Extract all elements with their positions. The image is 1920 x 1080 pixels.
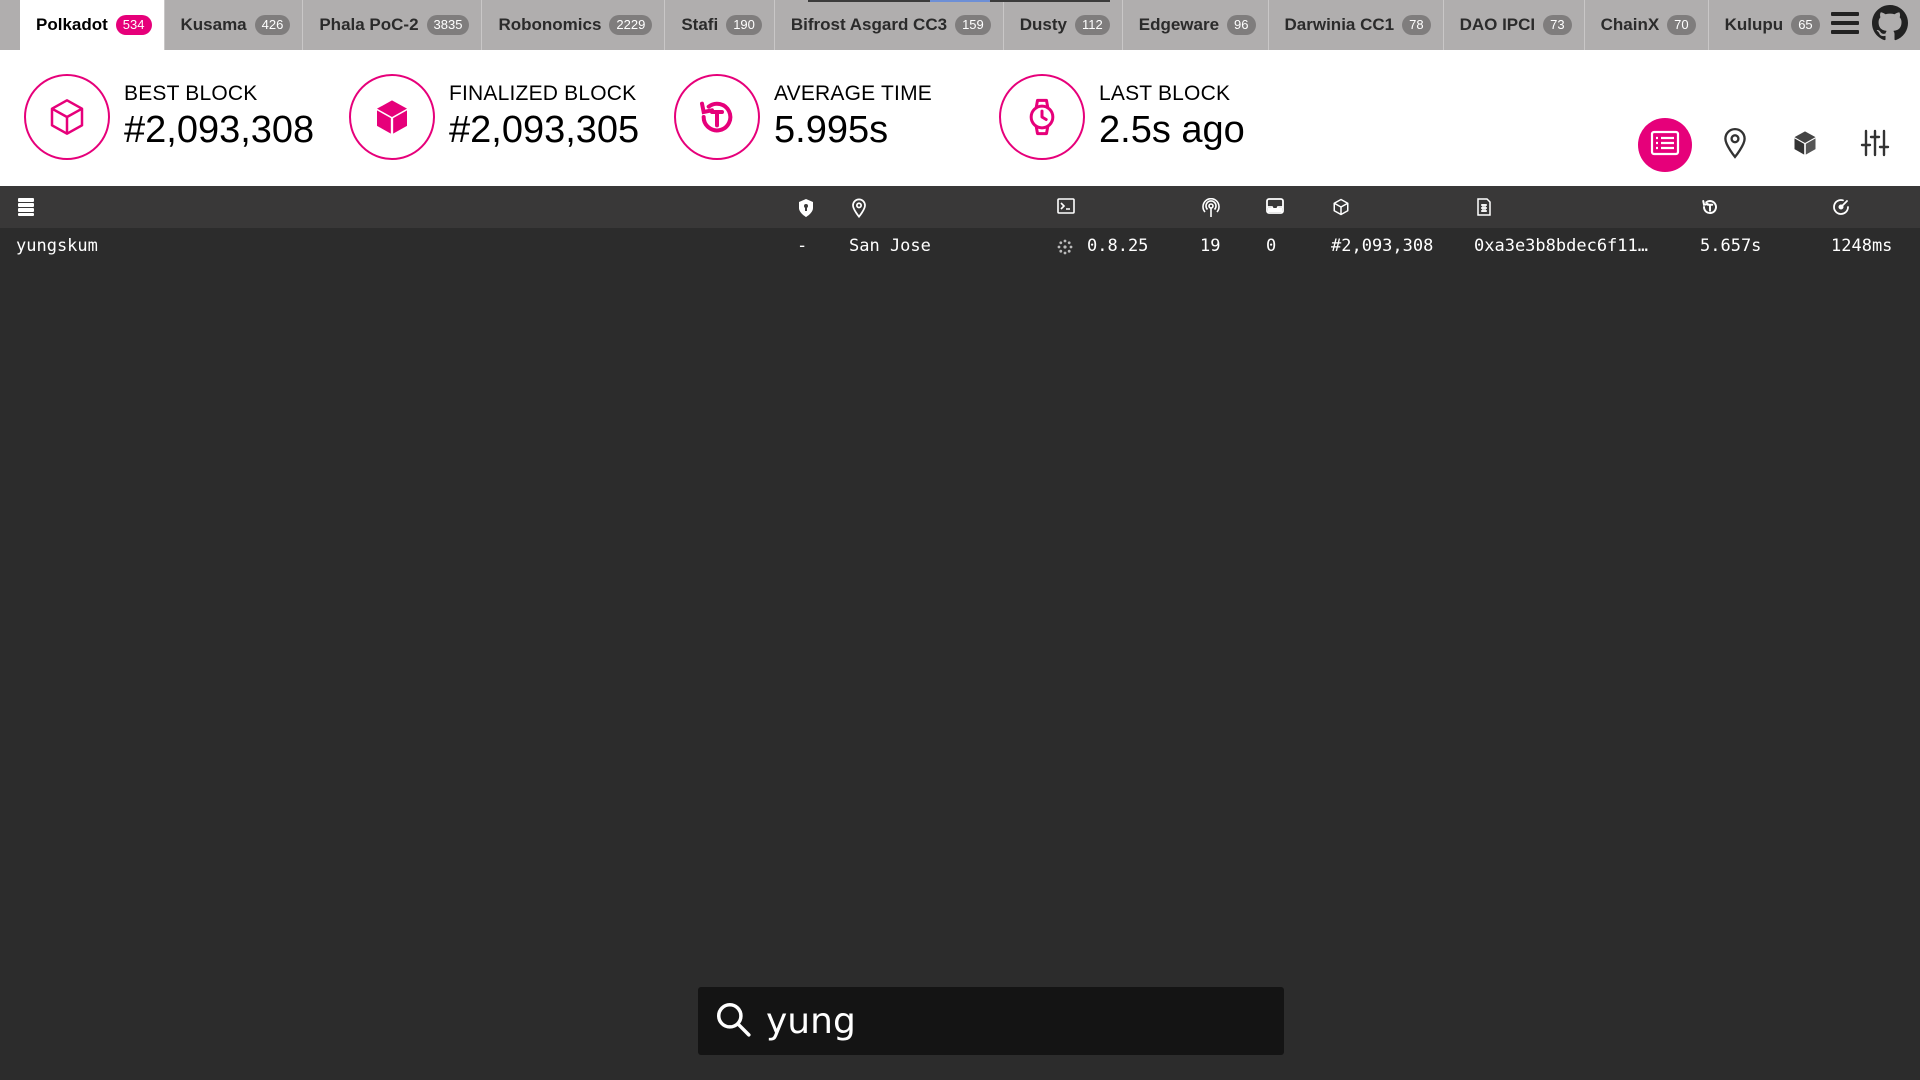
list-view-icon (1650, 130, 1680, 161)
average-time-value: 5.995s (774, 109, 889, 151)
tab-label: Phala PoC-2 (319, 15, 419, 34)
node-count-badge: 426 (254, 15, 291, 35)
tab-chainx[interactable]: ChainX 70 (1585, 0, 1709, 50)
cube-outline-icon (24, 74, 110, 160)
block-time-value: 5.657s (1700, 236, 1762, 256)
finalized-block-label: FINALIZED BLOCK (449, 82, 637, 105)
consensus-view-button[interactable] (1778, 118, 1832, 172)
location-value: San Jose (849, 236, 931, 256)
last-block-label: LAST BLOCK (1099, 82, 1231, 105)
peers-value: 19 (1200, 236, 1221, 256)
tab-label: Dusty (1019, 15, 1067, 34)
best-block-label: BEST BLOCK (124, 82, 258, 105)
transactions-inbox-icon[interactable] (1266, 198, 1284, 219)
node-name: yungskum (16, 236, 98, 256)
tab-stafi[interactable]: Stafi 190 (665, 0, 775, 50)
tab-tools (1830, 0, 1920, 50)
tab-bifrost[interactable]: Bifrost Asgard CC3 159 (775, 0, 1004, 50)
tab-dao-ipci[interactable]: DAO IPCI 73 (1444, 0, 1585, 50)
block-value: #2,093,308 (1331, 236, 1434, 256)
tab-label: DAO IPCI (1459, 15, 1536, 34)
table-row[interactable]: yungskum - San Jose 0.8.25 19 0 #2,093,3… (0, 228, 1920, 266)
tab-label: ChainX (1600, 15, 1660, 34)
view-switcher (1638, 118, 1902, 172)
tab-kulupu[interactable]: Kulupu 65 (1709, 0, 1833, 50)
propagation-value: 1248ms (1831, 236, 1893, 256)
block-cube-icon[interactable] (1332, 198, 1350, 221)
node-table-header (0, 186, 1920, 228)
node-count-badge: 78 (1402, 15, 1431, 35)
block-time-icon[interactable] (1701, 198, 1719, 221)
hash-value: 0xa3e3b8bdec6f11… (1474, 236, 1648, 256)
tab-polkadot[interactable]: Polkadot 534 (20, 0, 165, 50)
average-time-label: AVERAGE TIME (774, 82, 932, 105)
chain-tabs: Polkadot 534 Kusama 426 Phala PoC-2 3835… (0, 0, 1920, 50)
validator-shield-icon[interactable] (797, 198, 815, 223)
block-hash-icon[interactable] (1476, 198, 1492, 221)
github-icon[interactable] (1872, 4, 1908, 46)
tab-label: Robonomics (498, 15, 602, 34)
propagation-icon[interactable] (1832, 198, 1850, 221)
node-count-badge: 159 (955, 15, 991, 35)
node-name-icon[interactable] (18, 198, 34, 221)
tab-label: Kulupu (1724, 15, 1784, 34)
average-time-stat: AVERAGE TIME 5.995s (674, 74, 932, 160)
txs-value: 0 (1266, 236, 1277, 256)
finalized-block-stat: FINALIZED BLOCK #2,093,305 (349, 74, 639, 160)
last-block-stat: LAST BLOCK 2.5s ago (999, 74, 1245, 160)
node-count-badge: 70 (1667, 15, 1696, 35)
map-view-icon (1722, 127, 1748, 164)
map-view-button[interactable] (1708, 118, 1762, 172)
last-block-value: 2.5s ago (1099, 109, 1245, 151)
tab-edgeware[interactable]: Edgeware 96 (1123, 0, 1269, 50)
watch-icon (999, 74, 1085, 160)
tab-robonomics[interactable]: Robonomics 2229 (482, 0, 666, 50)
node-count-badge: 65 (1791, 15, 1820, 35)
settings-view-button[interactable] (1848, 118, 1902, 172)
search-bar (698, 987, 1284, 1055)
settings-sliders-icon (1860, 128, 1890, 163)
hamburger-menu-icon[interactable] (1830, 10, 1860, 41)
tab-label: Bifrost Asgard CC3 (790, 15, 948, 34)
tab-label: Darwinia CC1 (1284, 15, 1395, 34)
tab-kusama[interactable]: Kusama 426 (165, 0, 304, 50)
tab-label: Stafi (681, 15, 719, 34)
best-block-stat: BEST BLOCK #2,093,308 (24, 74, 314, 160)
node-count-badge: 112 (1075, 15, 1110, 35)
tab-darwinia[interactable]: Darwinia CC1 78 (1269, 0, 1444, 50)
tabs-scroll-indicator (808, 0, 1110, 2)
node-count-badge: 534 (115, 15, 152, 35)
tab-dusty[interactable]: Dusty 112 (1004, 0, 1123, 50)
node-count-badge: 190 (726, 15, 762, 35)
chain-stats-header: BEST BLOCK #2,093,308 FINALIZED BLOCK #2… (0, 50, 1920, 186)
cube-solid-icon (349, 74, 435, 160)
finalized-block-value: #2,093,305 (449, 109, 640, 151)
tab-label: Polkadot (36, 15, 108, 34)
search-input[interactable] (766, 1000, 1246, 1042)
best-block-value: #2,093,308 (124, 109, 315, 151)
implementation-terminal-icon[interactable] (1057, 198, 1075, 219)
history-icon (674, 74, 760, 160)
node-count-badge: 73 (1543, 15, 1572, 35)
tab-label: Edgeware (1138, 15, 1220, 34)
search-icon (714, 1000, 752, 1043)
tab-phala[interactable]: Phala PoC-2 3835 (303, 0, 483, 50)
tab-label: Kusama (180, 15, 247, 34)
node-count-badge: 96 (1227, 15, 1256, 35)
location-pin-icon[interactable] (851, 198, 867, 223)
validator-value: - (797, 236, 808, 256)
peers-icon[interactable] (1202, 197, 1220, 223)
version-value: 0.8.25 (1087, 236, 1149, 256)
list-view-button[interactable] (1638, 118, 1692, 172)
implementation-logo-icon (1056, 238, 1074, 261)
node-count-badge: 2229 (609, 15, 653, 35)
node-count-badge: 3835 (426, 15, 470, 35)
consensus-cube-icon (1791, 128, 1819, 163)
